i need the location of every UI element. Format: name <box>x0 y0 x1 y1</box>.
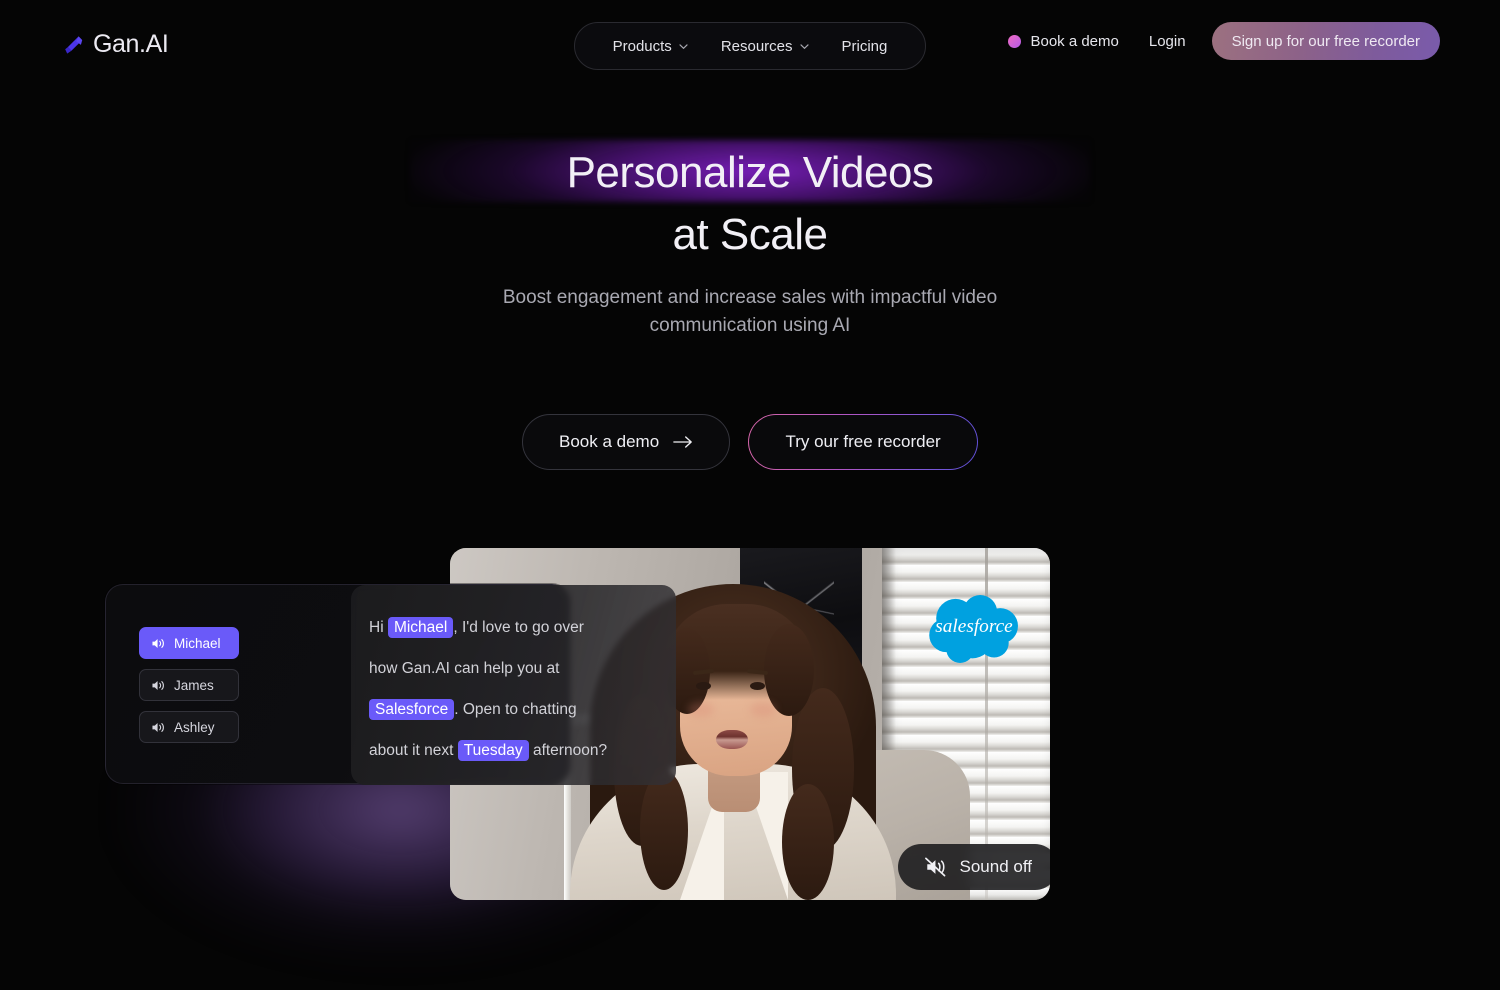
nav-book-a-demo-link[interactable]: Book a demo <box>1008 32 1119 50</box>
voice-option-ashley[interactable]: Ashley <box>139 711 239 743</box>
brand-name: Gan.AI <box>93 30 169 58</box>
nav-book-a-demo-label: Book a demo <box>1030 32 1119 50</box>
nav-label-resources: Resources <box>720 37 793 55</box>
status-dot-icon <box>1008 34 1022 48</box>
message-line-1: Hi Michael, I'd love to go over <box>369 607 676 648</box>
personalized-message: Hi Michael, I'd love to go over how Gan.… <box>351 585 676 785</box>
voice-label-michael: Michael <box>174 635 221 651</box>
voice-label-james: James <box>174 677 214 693</box>
sound-off-label: Sound off <box>959 857 1032 876</box>
nav-item-products[interactable]: Products <box>613 38 689 55</box>
token-day: Tuesday <box>457 740 529 761</box>
chevron-down-icon <box>799 41 810 52</box>
nav-pill: Products Resources Pricing <box>574 22 926 70</box>
nav-actions: Book a demo Login Sign up for our free r… <box>1008 22 1440 60</box>
message-line-3: Salesforce. Open to chatting <box>369 689 676 730</box>
brand-logo[interactable]: Gan.AI <box>62 30 169 59</box>
voice-selector-list: Michael James Ashley <box>139 627 239 743</box>
nav-item-resources[interactable]: Resources <box>721 38 810 55</box>
voice-option-michael[interactable]: Michael <box>139 627 239 659</box>
token-first-name: Michael <box>387 617 454 638</box>
chevron-down-icon <box>678 41 689 52</box>
top-navigation-bar: Gan.AI Products Resources Pricing Book a… <box>0 0 1500 92</box>
product-showcase: salesforce Sound off Michael James Ashle… <box>0 0 1500 990</box>
msg-line4-tail: afternoon? <box>528 742 608 759</box>
nav-login-link[interactable]: Login <box>1149 33 1186 50</box>
voice-label-ashley: Ashley <box>174 719 215 735</box>
msg-line3-tail: . Open to chatting <box>454 701 577 718</box>
nav-label-products: Products <box>612 37 672 55</box>
personalization-panel: Michael James Ashley Hi Michael , I'd lo… <box>105 584 676 785</box>
msg-greeting: Hi <box>369 619 388 636</box>
voice-option-james[interactable]: James <box>139 669 239 701</box>
msg-line4-head: about it next <box>369 742 458 759</box>
nav-signup-button[interactable]: Sign up for our free recorder <box>1211 22 1440 60</box>
nav-item-pricing[interactable]: Pricing <box>842 38 888 55</box>
gan-logo-icon <box>62 33 86 57</box>
msg-line1-tail: , I'd love to go over <box>453 619 584 636</box>
nav-label-pricing: Pricing <box>841 37 888 55</box>
mute-icon <box>924 857 946 877</box>
speaker-icon <box>151 637 166 650</box>
sound-off-button[interactable]: Sound off <box>897 844 1050 890</box>
speaker-icon <box>151 721 166 734</box>
salesforce-wordmark: salesforce <box>935 616 1013 637</box>
message-line-2: how Gan.AI can help you at <box>369 660 560 677</box>
salesforce-logo-badge: salesforce <box>920 590 1028 668</box>
speaker-icon <box>151 679 166 692</box>
token-company: Salesforce <box>369 699 455 720</box>
message-line-4: about it next Tuesday afternoon? <box>369 730 676 771</box>
